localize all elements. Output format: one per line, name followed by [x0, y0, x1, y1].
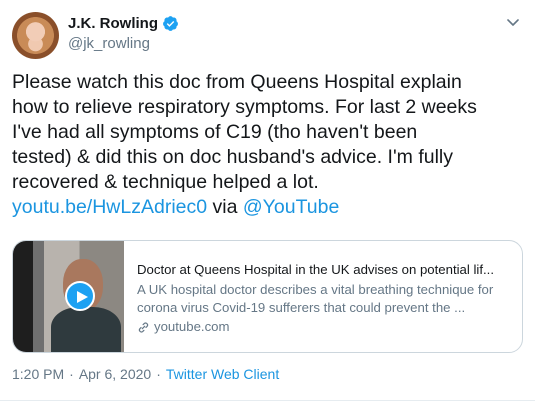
card-title: Doctor at Queens Hospital in the UK advi… [137, 262, 494, 277]
via-label: via [212, 196, 238, 218]
play-icon[interactable] [65, 281, 95, 311]
link-icon [138, 321, 149, 333]
chevron-down-icon[interactable] [505, 14, 521, 30]
tweet-url-link[interactable]: youtu.be/HwLzAdriec0 [12, 196, 207, 218]
card-description-line: corona virus Covid-19 sufferers that cou… [137, 300, 466, 315]
tweet-time[interactable]: 1:20 PM [12, 366, 64, 382]
tweet-text: Please watch this doc from Queens Hospit… [12, 70, 527, 220]
tweet-text-line: how to relieve respiratory symptoms. For… [12, 96, 477, 118]
author-name[interactable]: J.K. Rowling [68, 15, 158, 32]
verified-badge-icon [163, 16, 178, 31]
client-link[interactable]: Twitter Web Client [166, 366, 279, 382]
tweet-text-line: recovered & technique helped a lot. [12, 171, 319, 193]
video-thumbnail[interactable] [13, 241, 124, 352]
tweet-meta: 1:20 PM · Apr 6, 2020 · Twitter Web Clie… [12, 366, 279, 382]
card-domain-text: youtube.com [154, 319, 230, 334]
card-description-line: A UK hospital doctor describes a vital b… [137, 282, 494, 297]
tweet: J.K. Rowling @jk_rowling Please watch th… [0, 0, 535, 401]
card-domain: youtube.com [137, 318, 513, 336]
thumbnail-body [51, 307, 121, 352]
author-row[interactable]: J.K. Rowling [68, 15, 179, 32]
card-description: A UK hospital doctor describes a vital b… [137, 281, 513, 317]
card-content: Doctor at Queens Hospital in the UK advi… [137, 261, 513, 336]
meta-separator: · [156, 366, 161, 382]
meta-separator: · [69, 366, 74, 382]
tweet-date[interactable]: Apr 6, 2020 [79, 366, 151, 382]
author-handle[interactable]: @jk_rowling [68, 35, 150, 52]
avatar[interactable] [12, 12, 59, 59]
link-preview-card[interactable]: Doctor at Queens Hospital in the UK advi… [12, 240, 523, 353]
tweet-link-line: youtu.be/HwLzAdriec0 via @YouTube [12, 195, 527, 220]
tweet-text-line: tested) & did this on doc husband's advi… [12, 146, 454, 168]
tweet-text-line: Please watch this doc from Queens Hospit… [12, 71, 462, 93]
tweet-text-line: I've had all symptoms of C19 (tho haven'… [12, 121, 418, 143]
youtube-mention-link[interactable]: @YouTube [243, 196, 339, 218]
